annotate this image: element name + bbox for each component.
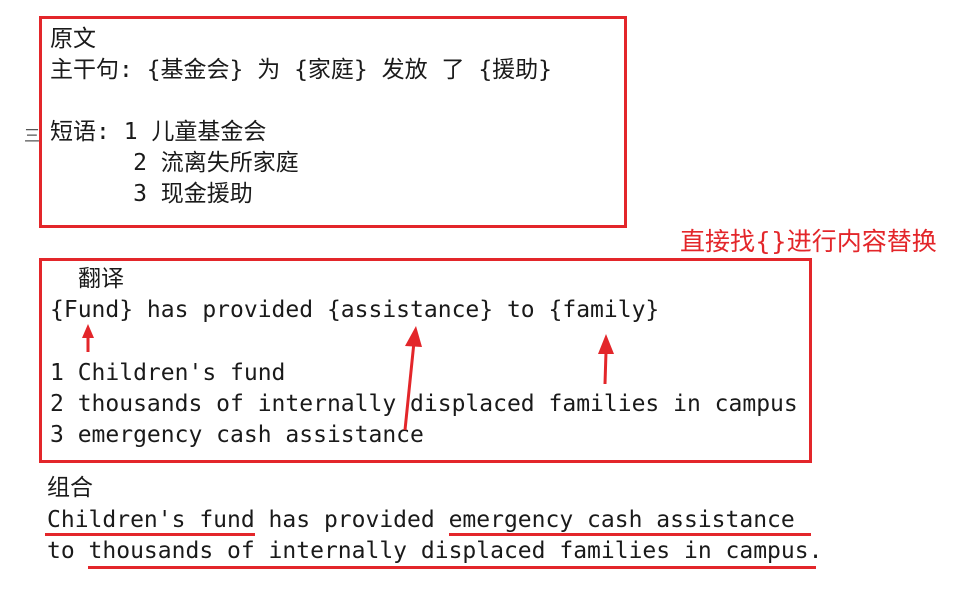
arrow-assistance xyxy=(403,341,416,431)
combination-line-2: to thousands of internally displaced fam… xyxy=(47,538,823,564)
combination-heading: 组合 xyxy=(47,475,93,501)
underline-childrens-fund xyxy=(45,533,255,536)
arrow-family-head xyxy=(598,334,614,354)
underline-thousands-families xyxy=(88,566,816,569)
underline-emergency-cash-assistance xyxy=(449,533,811,536)
arrow-family xyxy=(603,351,608,385)
combination-line-1: Children's fund has provided emergency c… xyxy=(47,507,795,533)
arrow-fund-head xyxy=(82,324,94,338)
arrow-assistance-head xyxy=(405,326,422,347)
